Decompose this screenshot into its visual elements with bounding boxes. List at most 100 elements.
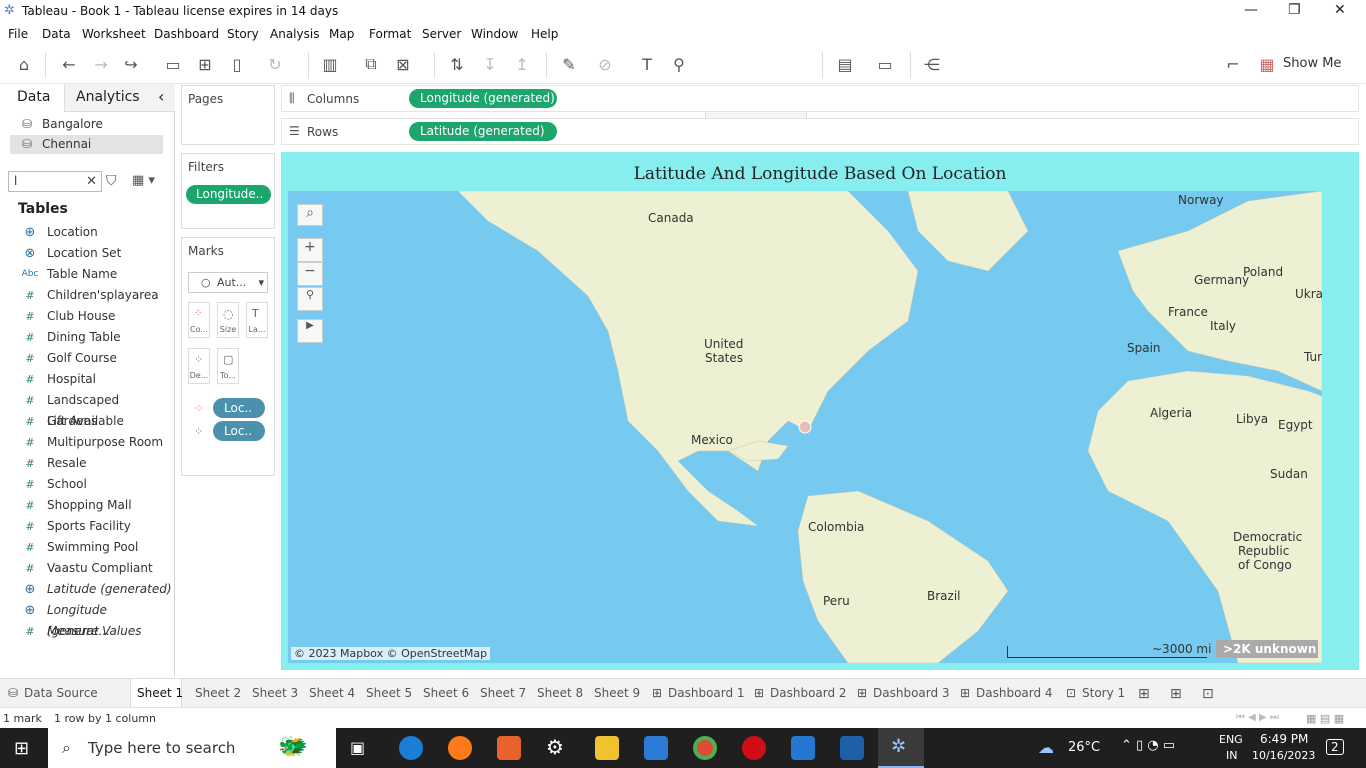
collapse-pane-icon[interactable]: ‹ bbox=[158, 87, 164, 106]
new-dashboard-tab-icon[interactable]: ⊞ bbox=[1170, 686, 1182, 702]
file-explorer-icon[interactable] bbox=[595, 736, 619, 760]
menu-format[interactable]: Format bbox=[369, 27, 411, 41]
news-icon[interactable] bbox=[840, 736, 864, 760]
columns-pill-longitude[interactable]: Longitude (generated) bbox=[409, 89, 557, 108]
size-button[interactable]: ◌ Size bbox=[217, 302, 239, 338]
field-item[interactable]: # School bbox=[18, 474, 173, 495]
detail-button[interactable]: ⁘ De... bbox=[188, 348, 210, 384]
tab-sheet-2[interactable]: Sheet 2 bbox=[195, 686, 241, 700]
view-options-icon[interactable]: ▦ ▾ bbox=[132, 173, 155, 188]
field-item[interactable]: # Sports Facility bbox=[18, 516, 173, 537]
fix-axes-icon[interactable]: ⚲ bbox=[668, 54, 690, 74]
datasource-bangalore[interactable]: ⛁ Bangalore bbox=[10, 115, 163, 134]
sort-descending-icon[interactable]: ↥ bbox=[511, 54, 533, 74]
field-item[interactable]: ⊕ Longitude (generat... bbox=[18, 600, 173, 638]
field-item[interactable]: ⊕ Latitude (generated) bbox=[18, 579, 173, 600]
field-item[interactable]: ⊗ Location Set bbox=[18, 243, 173, 264]
field-item[interactable]: # Lift Available bbox=[18, 411, 173, 432]
task-view-icon[interactable]: ▣ bbox=[350, 738, 365, 757]
duplicate-sheet-icon[interactable]: ⧉ bbox=[360, 54, 382, 74]
map-search-icon[interactable]: ⌕ bbox=[297, 204, 323, 226]
save-icon[interactable]: ▭ bbox=[162, 54, 184, 74]
field-item[interactable]: # Resale bbox=[18, 453, 173, 474]
viz-title[interactable]: Latitude And Longitude Based On Location bbox=[281, 164, 1359, 184]
field-item[interactable]: ⊕ Location bbox=[18, 222, 173, 243]
datasource-chennai[interactable]: ⛁ Chennai bbox=[10, 135, 163, 154]
restore-button[interactable]: ❐ bbox=[1288, 2, 1301, 18]
group-icon[interactable]: ⊘ bbox=[594, 54, 616, 74]
expand-toolbar-icon[interactable]: ▶ bbox=[297, 319, 323, 343]
show-me-icon[interactable]: ▦ bbox=[1256, 54, 1278, 74]
field-item[interactable]: # Shopping Mall bbox=[18, 495, 173, 516]
presentation-mode-icon[interactable]: ▭ bbox=[874, 54, 896, 74]
menu-file[interactable]: File bbox=[8, 27, 28, 41]
tab-data[interactable]: Data bbox=[17, 89, 50, 105]
tab-sheet-8[interactable]: Sheet 8 bbox=[537, 686, 583, 700]
edge-icon[interactable] bbox=[399, 736, 423, 760]
notification-badge[interactable]: 2 bbox=[1326, 739, 1344, 755]
clear-sheet-icon[interactable]: ⊠ bbox=[392, 54, 414, 74]
pin-icon[interactable]: ⌐ bbox=[1222, 54, 1244, 74]
replace-data-icon[interactable]: ↪ bbox=[120, 54, 142, 74]
field-item[interactable]: # Measure Values bbox=[18, 621, 173, 642]
tab-sheet-7[interactable]: Sheet 7 bbox=[480, 686, 526, 700]
labels-icon[interactable]: T bbox=[636, 54, 658, 74]
columns-shelf[interactable]: ⫼ Columns Longitude (generated) bbox=[281, 85, 1359, 112]
store-icon[interactable] bbox=[644, 736, 668, 760]
swap-icon[interactable]: ⇅ bbox=[446, 54, 468, 74]
show-cards-icon[interactable]: ▤ bbox=[834, 54, 856, 74]
undo-icon[interactable]: ← bbox=[58, 54, 80, 74]
clock-date[interactable]: 10/16/2023 bbox=[1252, 749, 1315, 762]
language-eng[interactable]: ENG bbox=[1219, 733, 1243, 746]
view-mode-icons[interactable]: ▦ ▤ ▦ bbox=[1306, 712, 1344, 725]
menu-story[interactable]: Story bbox=[227, 27, 259, 41]
field-item[interactable]: # Vaastu Compliant bbox=[18, 558, 173, 579]
menu-map[interactable]: Map bbox=[329, 27, 354, 41]
pages-card[interactable]: Pages bbox=[181, 85, 275, 145]
tab-data-source[interactable]: Data Source bbox=[24, 686, 98, 700]
refresh-icon[interactable]: ↻ bbox=[264, 54, 286, 74]
opera-icon[interactable] bbox=[742, 736, 766, 760]
redo-icon[interactable]: → bbox=[90, 54, 112, 74]
field-item[interactable]: # Children'splayarea bbox=[18, 285, 173, 306]
clock-time[interactable]: 6:49 PM bbox=[1260, 732, 1308, 746]
unknown-indicator[interactable]: >2K unknown bbox=[1216, 640, 1318, 658]
field-item[interactable]: # Dining Table bbox=[18, 327, 173, 348]
menu-server[interactable]: Server bbox=[422, 27, 461, 41]
reset-map-icon[interactable]: ⚲ bbox=[297, 287, 323, 311]
menu-analysis[interactable]: Analysis bbox=[270, 27, 319, 41]
new-worksheet-tab-icon[interactable]: ⊞ bbox=[1138, 686, 1150, 702]
field-item[interactable]: Abc Table Name bbox=[18, 264, 173, 285]
map-view[interactable]: CanadaNorwayPolandGermanyUkraineFranceIt… bbox=[288, 191, 1322, 663]
map-attribution[interactable]: © 2023 Mapbox © OpenStreetMap bbox=[291, 647, 491, 660]
field-search-input[interactable]: l ✕ bbox=[8, 171, 102, 192]
tooltip-button[interactable]: ▢ To... bbox=[217, 348, 239, 384]
field-item[interactable]: # Swimming Pool bbox=[18, 537, 173, 558]
mark-pill-location-detail[interactable]: Loc.. bbox=[213, 421, 265, 441]
weather-temp[interactable]: 26°C bbox=[1068, 740, 1100, 755]
tab-dashboard-4[interactable]: Dashboard 4 bbox=[976, 686, 1053, 700]
chrome-icon[interactable] bbox=[693, 736, 717, 760]
menu-help[interactable]: Help bbox=[531, 27, 558, 41]
menu-worksheet[interactable]: Worksheet bbox=[82, 27, 146, 41]
field-item[interactable]: # Landscaped Gardens bbox=[18, 390, 173, 428]
tab-analytics[interactable]: Analytics bbox=[76, 89, 140, 105]
close-button[interactable]: ✕ bbox=[1334, 2, 1346, 18]
home-icon[interactable]: ⌂ bbox=[13, 54, 35, 74]
filters-card[interactable]: Filters Longitude.. bbox=[181, 153, 275, 229]
mark-type-dropdown[interactable]: ○ Aut... ▾ bbox=[188, 272, 268, 293]
rows-shelf[interactable]: ☰ Rows Latitude (generated) bbox=[281, 118, 1359, 145]
tab-sheet-1[interactable]: Sheet 1 bbox=[137, 686, 183, 700]
zoom-in-icon[interactable]: + bbox=[297, 238, 323, 262]
field-item[interactable]: # Hospital bbox=[18, 369, 173, 390]
windows-start-icon[interactable]: ⊞ bbox=[14, 738, 29, 759]
highlight-icon[interactable]: ✎ bbox=[558, 54, 580, 74]
mail-icon[interactable] bbox=[791, 736, 815, 760]
tab-dashboard-3[interactable]: Dashboard 3 bbox=[873, 686, 950, 700]
tab-sheet-3[interactable]: Sheet 3 bbox=[252, 686, 298, 700]
media-player-icon[interactable] bbox=[497, 736, 521, 760]
menu-window[interactable]: Window bbox=[471, 27, 518, 41]
field-item[interactable]: # Multipurpose Room bbox=[18, 432, 173, 453]
mark-pill-location-color[interactable]: Loc.. bbox=[213, 398, 265, 418]
tableau-taskbar-button[interactable]: ✲ bbox=[878, 728, 924, 768]
